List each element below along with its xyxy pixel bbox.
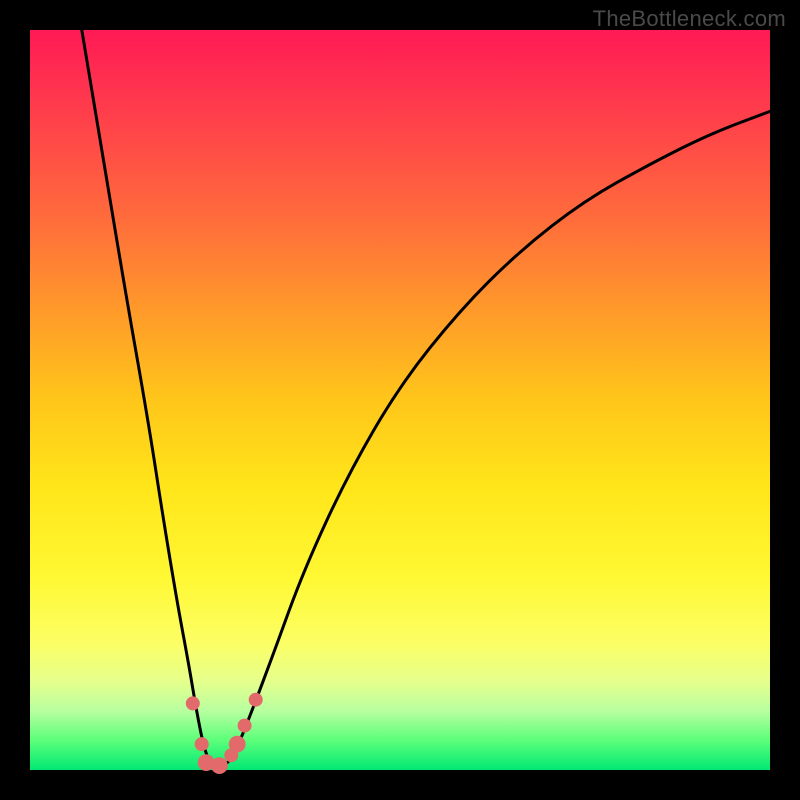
curve-marker: [195, 737, 209, 751]
curve-marker: [238, 719, 252, 733]
watermark-label: TheBottleneck.com: [593, 6, 786, 32]
curve-layer: [30, 30, 770, 770]
curve-marker: [229, 736, 246, 753]
curve-marker: [186, 696, 200, 710]
curve-marker: [211, 757, 228, 774]
chart-frame: TheBottleneck.com: [0, 0, 800, 800]
curve-marker: [249, 693, 263, 707]
plot-area: [30, 30, 770, 770]
curve-markers: [186, 693, 263, 774]
bottleneck-curve: [82, 30, 770, 766]
